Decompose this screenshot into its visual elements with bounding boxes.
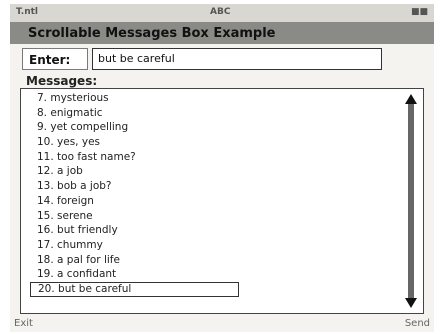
message-item[interactable]: 10. yes, yes [21, 135, 391, 150]
messages-box[interactable]: 7. mysterious 8. enigmatic 9. yet compel… [20, 88, 424, 314]
scroll-up-arrow-icon[interactable] [405, 94, 417, 104]
message-item[interactable]: 13. bob a job? [21, 179, 391, 194]
messages-label: Messages: [26, 74, 98, 88]
message-item[interactable]: 17. chummy [21, 238, 391, 253]
enter-label: Enter: [29, 53, 71, 67]
battery-icon: ■■ [410, 7, 428, 17]
message-item[interactable]: 18. a pal for life [21, 253, 391, 268]
app-title: Scrollable Messages Box Example [28, 26, 276, 41]
carrier-label: ABC [210, 7, 231, 17]
enter-input-extension[interactable] [238, 48, 382, 70]
title-bar: Scrollable Messages Box Example [10, 22, 434, 44]
signal-indicator: T.ntl [16, 7, 38, 17]
exit-softkey[interactable]: Exit [14, 318, 33, 329]
enter-input[interactable]: but be careful [92, 48, 240, 70]
message-item[interactable]: 14. foreign [21, 194, 391, 209]
message-item[interactable]: 12. a job [21, 164, 391, 179]
message-item[interactable]: 8. enigmatic [21, 106, 391, 121]
message-item[interactable]: 7. mysterious [21, 91, 391, 106]
message-item[interactable]: 16. but friendly [21, 223, 391, 238]
messages-list: 7. mysterious 8. enigmatic 9. yet compel… [21, 91, 391, 297]
scroll-down-arrow-icon[interactable] [405, 298, 417, 308]
scroll-track[interactable] [408, 104, 414, 298]
enter-label-box: Enter: [22, 48, 88, 70]
scrollbar[interactable] [405, 94, 417, 308]
message-item[interactable]: 9. yet compelling [21, 120, 391, 135]
message-item[interactable]: 11. too fast name? [21, 150, 391, 165]
message-item-selected[interactable]: 20. but be careful [30, 281, 239, 297]
status-bar: T.ntl ABC ■■ [10, 4, 434, 22]
send-softkey[interactable]: Send [405, 318, 430, 329]
message-item[interactable]: 15. serene [21, 209, 391, 224]
phone-screen: T.ntl ABC ■■ Scrollable Messages Box Exa… [10, 4, 434, 332]
soft-key-bar: Exit Send [10, 318, 434, 332]
message-item[interactable]: 19. a confidant [21, 267, 391, 282]
